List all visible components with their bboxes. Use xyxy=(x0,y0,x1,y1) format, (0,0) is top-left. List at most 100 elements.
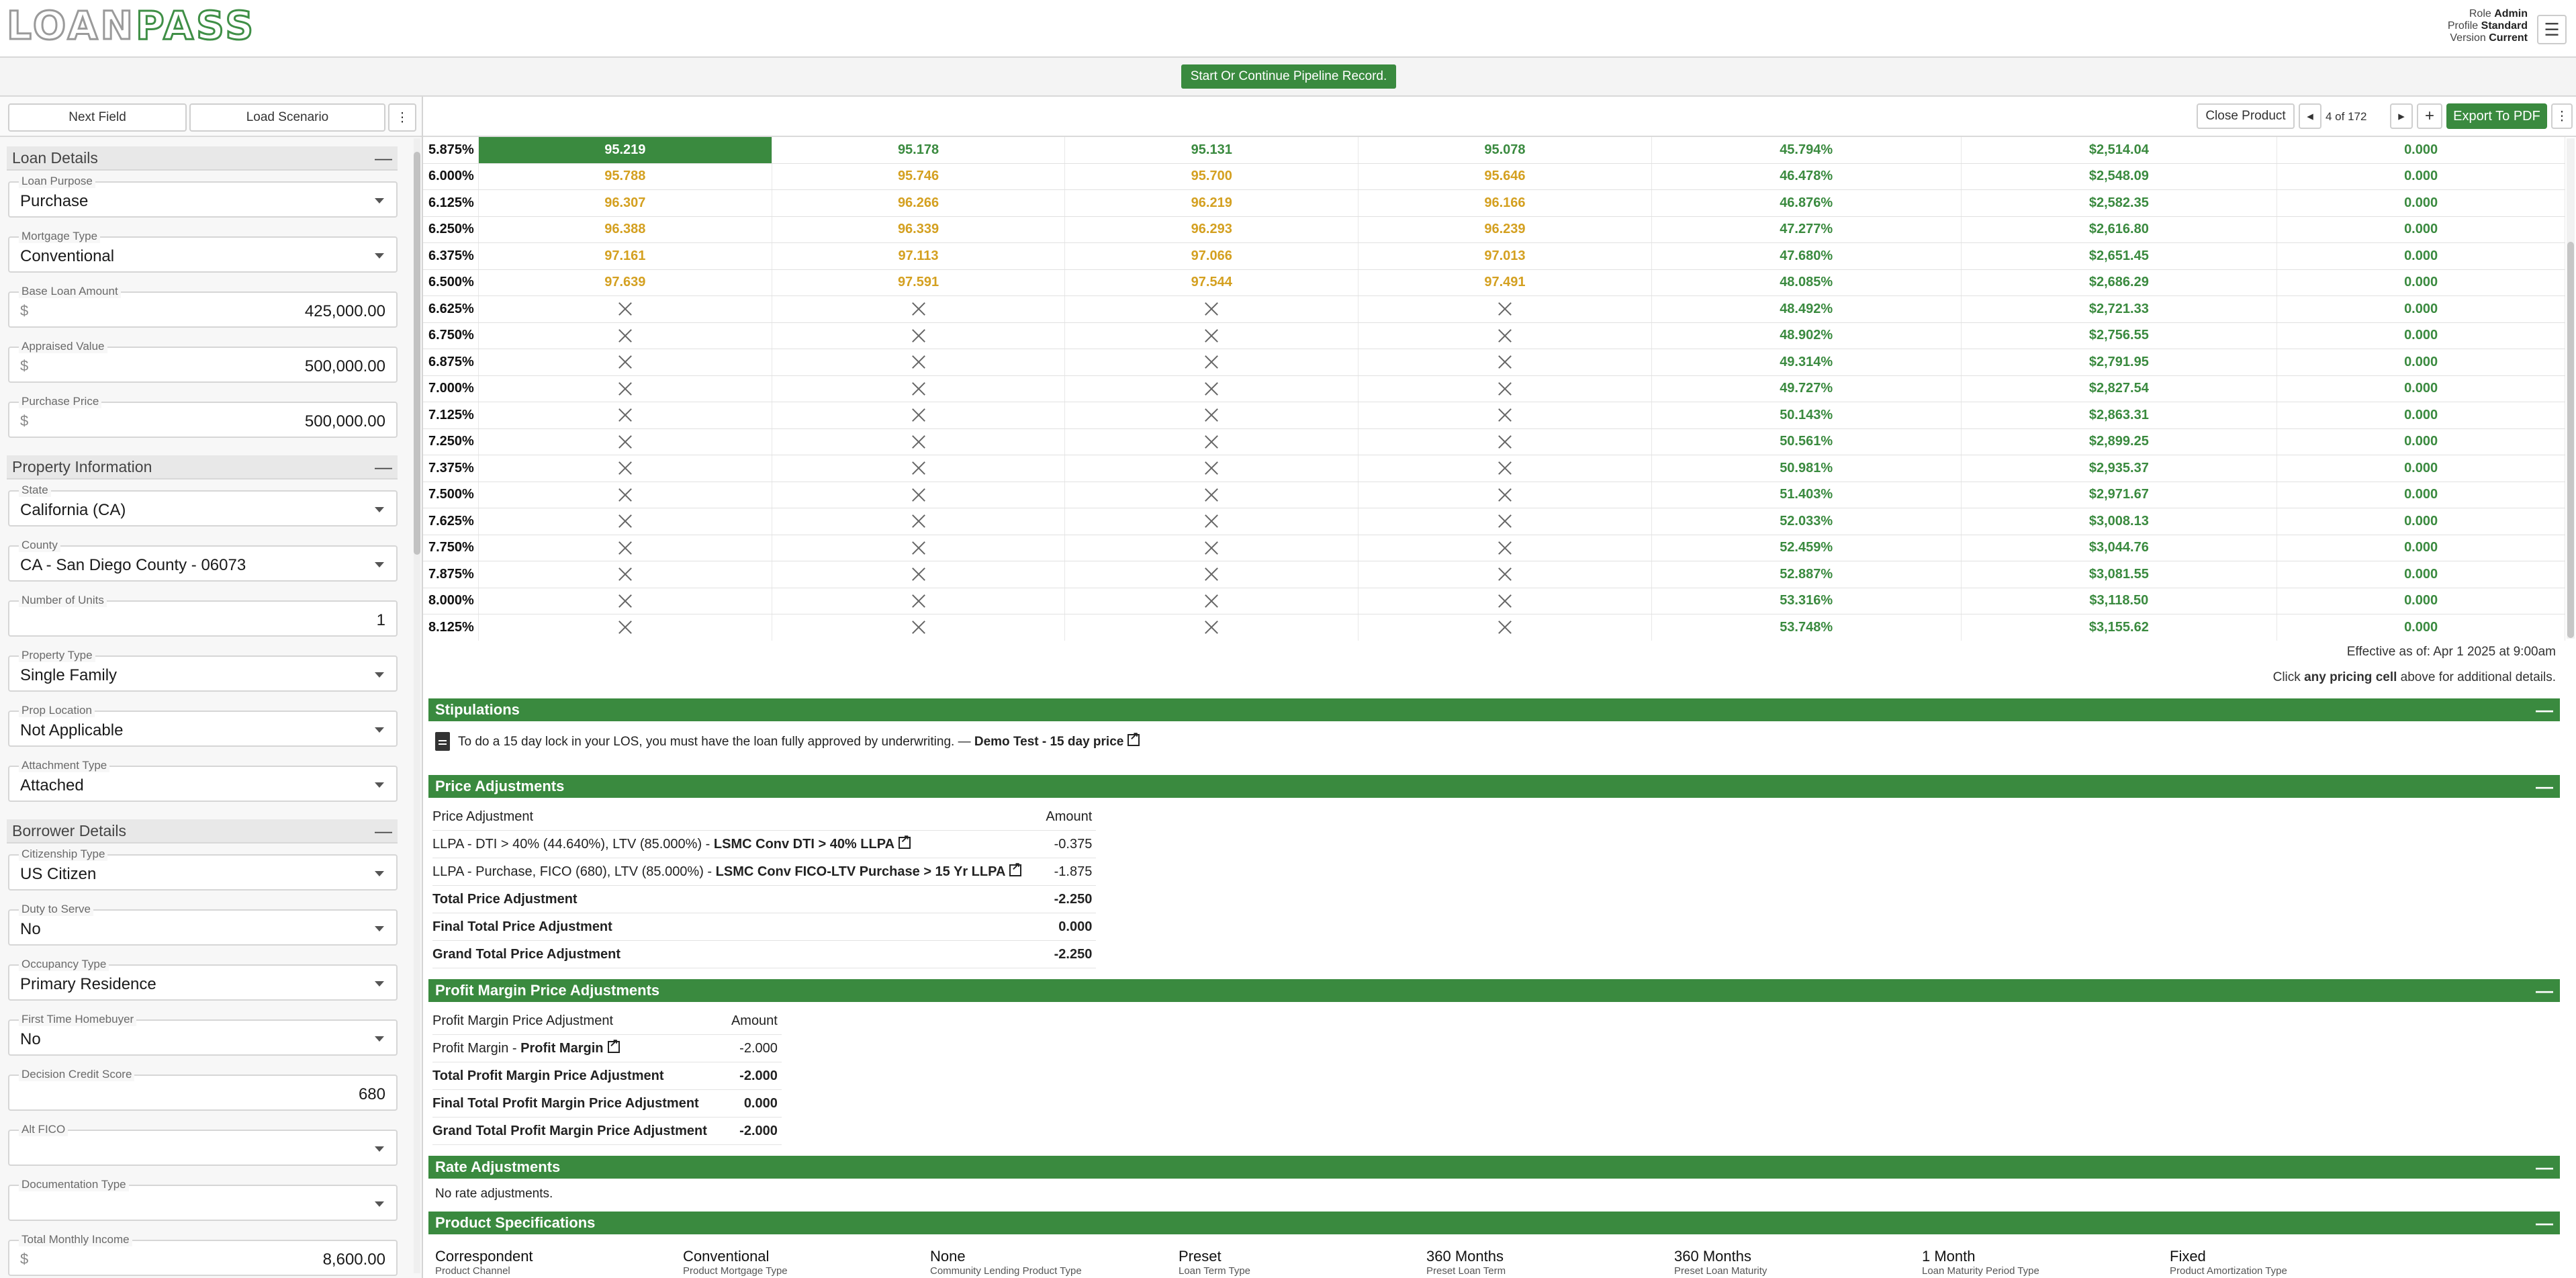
payment-cell[interactable]: $2,935.37 xyxy=(1961,455,2278,482)
collapse-icon[interactable]: — xyxy=(2536,776,2553,797)
value-cell[interactable]: 0.000 xyxy=(2276,614,2565,641)
value-cell[interactable]: 0.000 xyxy=(2276,455,2565,482)
price-cell[interactable]: 96.266 xyxy=(772,189,1066,217)
decision-credit-score-input[interactable]: Decision Credit Score 680 xyxy=(8,1068,398,1111)
value-cell[interactable]: 0.000 xyxy=(2276,189,2565,217)
payment-cell[interactable]: $3,044.76 xyxy=(1961,535,2278,561)
price-cell[interactable] xyxy=(1064,322,1359,349)
value-cell[interactable]: 0.000 xyxy=(2276,561,2565,588)
collapse-icon[interactable]: — xyxy=(375,821,392,841)
price-cell[interactable] xyxy=(478,535,772,561)
property-type-select[interactable]: Property Type Single Family xyxy=(8,649,398,692)
price-cell[interactable] xyxy=(1358,535,1652,561)
external-link-icon[interactable] xyxy=(1128,729,1140,746)
value-cell[interactable]: 0.000 xyxy=(2276,482,2565,508)
price-cell[interactable] xyxy=(772,614,1066,641)
price-cell[interactable] xyxy=(772,588,1066,614)
price-cell[interactable] xyxy=(478,322,772,349)
price-cell[interactable] xyxy=(772,295,1066,323)
price-cell[interactable]: 95.746 xyxy=(772,163,1066,190)
scrollbar-thumb[interactable] xyxy=(414,152,420,555)
documentation-type-select[interactable]: Documentation Type xyxy=(8,1178,398,1221)
scrollbar-thumb[interactable] xyxy=(2567,242,2574,638)
price-cell[interactable]: 96.219 xyxy=(1064,189,1359,217)
dti-cell[interactable]: 49.727% xyxy=(1651,375,1962,402)
price-cell[interactable] xyxy=(1064,375,1359,402)
prop-location-select[interactable]: Prop Location Not Applicable xyxy=(8,704,398,747)
section-property-information[interactable]: Property Information — xyxy=(7,455,398,480)
total-monthly-income-input[interactable]: Total Monthly Income $ 8,600.00 xyxy=(8,1233,398,1276)
price-cell[interactable] xyxy=(478,614,772,641)
price-cell[interactable] xyxy=(772,455,1066,482)
price-cell[interactable] xyxy=(1358,402,1652,429)
payment-cell[interactable]: $2,651.45 xyxy=(1961,242,2278,270)
price-cell[interactable] xyxy=(1064,561,1359,588)
price-cell[interactable]: 95.700 xyxy=(1064,163,1359,190)
price-cell[interactable] xyxy=(478,402,772,429)
price-cell[interactable] xyxy=(772,428,1066,455)
dti-cell[interactable]: 45.794% xyxy=(1651,137,1962,164)
next-product-button[interactable]: ▸ xyxy=(2390,103,2413,129)
price-cell[interactable] xyxy=(1064,428,1359,455)
product-more-button[interactable]: ⋮ xyxy=(2551,103,2573,129)
adjustment-link[interactable]: LSMC Conv DTI > 40% LLPA xyxy=(714,837,894,852)
price-cell[interactable]: 97.113 xyxy=(772,242,1066,270)
price-cell[interactable] xyxy=(772,375,1066,402)
price-cell[interactable] xyxy=(1358,322,1652,349)
close-product-button[interactable]: Close Product xyxy=(2197,103,2295,129)
appraised-value-input[interactable]: Appraised Value $ 500,000.00 xyxy=(8,340,398,383)
payment-cell[interactable]: $3,155.62 xyxy=(1961,614,2278,641)
payment-cell[interactable]: $2,791.95 xyxy=(1961,349,2278,376)
dti-cell[interactable]: 50.561% xyxy=(1651,428,1962,455)
value-cell[interactable]: 0.000 xyxy=(2276,295,2565,323)
collapse-icon[interactable]: — xyxy=(2536,980,2553,1001)
price-cell[interactable] xyxy=(1358,614,1652,641)
price-cell[interactable] xyxy=(478,349,772,376)
price-cell[interactable] xyxy=(772,535,1066,561)
purchase-price-input[interactable]: Purchase Price $ 500,000.00 xyxy=(8,395,398,438)
price-cell[interactable]: 97.591 xyxy=(772,269,1066,296)
price-cell[interactable] xyxy=(1064,295,1359,323)
external-link-icon[interactable] xyxy=(1009,860,1022,876)
price-cell[interactable]: 97.066 xyxy=(1064,242,1359,270)
price-cell[interactable] xyxy=(772,349,1066,376)
dti-cell[interactable]: 47.680% xyxy=(1651,242,1962,270)
dti-cell[interactable]: 49.314% xyxy=(1651,349,1962,376)
value-cell[interactable]: 0.000 xyxy=(2276,428,2565,455)
payment-cell[interactable]: $3,118.50 xyxy=(1961,588,2278,614)
section-rate-adjustments[interactable]: Rate Adjustments — xyxy=(428,1156,2560,1179)
price-cell[interactable] xyxy=(1064,402,1359,429)
price-cell[interactable] xyxy=(1064,614,1359,641)
dti-cell[interactable]: 50.981% xyxy=(1651,455,1962,482)
number-of-units-input[interactable]: Number of Units 1 xyxy=(8,594,398,637)
alt-fico-select[interactable]: Alt FICO xyxy=(8,1123,398,1166)
dti-cell[interactable]: 48.902% xyxy=(1651,322,1962,349)
next-field-button[interactable]: Next Field xyxy=(8,103,187,132)
payment-cell[interactable]: $3,008.13 xyxy=(1961,508,2278,535)
county-select[interactable]: County CA - San Diego County - 06073 xyxy=(8,539,398,582)
price-cell[interactable] xyxy=(1358,508,1652,535)
value-cell[interactable]: 0.000 xyxy=(2276,269,2565,296)
value-cell[interactable]: 0.000 xyxy=(2276,242,2565,270)
adjustment-link[interactable]: LSMC Conv FICO-LTV Purchase > 15 Yr LLPA xyxy=(716,864,1006,879)
payment-cell[interactable]: $2,899.25 xyxy=(1961,428,2278,455)
payment-cell[interactable]: $2,582.35 xyxy=(1961,189,2278,217)
price-cell[interactable] xyxy=(1064,535,1359,561)
dti-cell[interactable]: 52.033% xyxy=(1651,508,1962,535)
price-cell[interactable]: 97.639 xyxy=(478,269,772,296)
price-cell[interactable] xyxy=(478,455,772,482)
price-cell[interactable]: 97.491 xyxy=(1358,269,1652,296)
payment-cell[interactable]: $2,756.55 xyxy=(1961,322,2278,349)
dti-cell[interactable]: 52.459% xyxy=(1651,535,1962,561)
price-cell[interactable] xyxy=(1064,588,1359,614)
section-price-adjustments[interactable]: Price Adjustments — xyxy=(428,775,2560,798)
citizenship-type-select[interactable]: Citizenship Type US Citizen xyxy=(8,848,398,891)
price-cell[interactable]: 97.161 xyxy=(478,242,772,270)
first-time-homebuyer-select[interactable]: First Time Homebuyer No xyxy=(8,1013,398,1056)
price-cell[interactable]: 97.544 xyxy=(1064,269,1359,296)
value-cell[interactable]: 0.000 xyxy=(2276,349,2565,376)
price-cell[interactable] xyxy=(478,588,772,614)
dti-cell[interactable]: 47.277% xyxy=(1651,216,1962,243)
price-cell[interactable]: 95.788 xyxy=(478,163,772,190)
price-cell[interactable]: 95.178 xyxy=(772,137,1066,164)
